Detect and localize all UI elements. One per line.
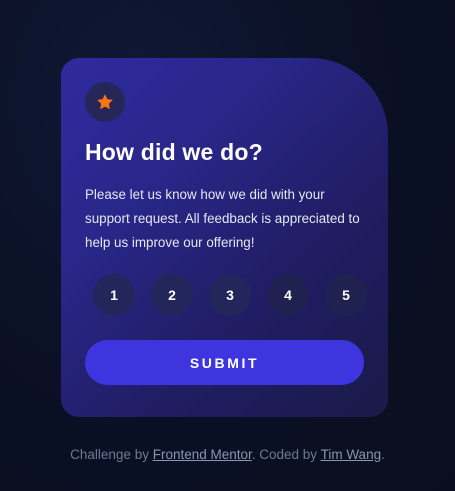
author-link[interactable]: Tim Wang xyxy=(321,447,382,462)
rating-button-3[interactable]: 3 xyxy=(209,274,251,316)
rating-button-2[interactable]: 2 xyxy=(151,274,193,316)
card-description: Please let us know how we did with your … xyxy=(85,187,360,250)
attribution-middle: . Coded by xyxy=(251,447,321,462)
rating-card: How did we do? Please let us know how we… xyxy=(61,58,388,417)
attribution-prefix: Challenge by xyxy=(70,447,153,462)
card-title: How did we do? xyxy=(85,139,263,165)
rating-options: 1 2 3 4 5 xyxy=(93,274,367,316)
rating-button-5[interactable]: 5 xyxy=(325,274,367,316)
rating-button-4[interactable]: 4 xyxy=(267,274,309,316)
star-badge xyxy=(85,82,125,122)
rating-button-1[interactable]: 1 xyxy=(93,274,135,316)
attribution: Challenge by Frontend Mentor. Coded by T… xyxy=(0,446,455,464)
frontend-mentor-link[interactable]: Frontend Mentor xyxy=(153,447,252,462)
submit-button[interactable]: SUBMIT xyxy=(85,340,364,385)
attribution-suffix: . xyxy=(381,447,385,462)
star-icon xyxy=(97,94,113,110)
